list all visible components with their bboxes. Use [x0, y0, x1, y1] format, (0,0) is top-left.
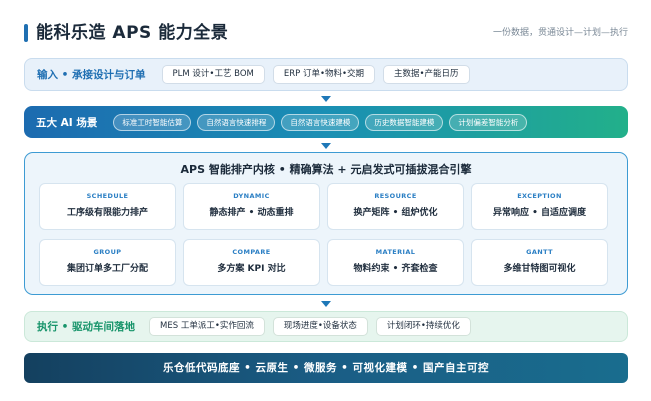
card-text: 异常响应 • 自适应调度 [492, 208, 587, 218]
capability-card-resource: RESOURCE 换产矩阵 • 组炉优化 [327, 183, 464, 230]
aps-engine-panel: APS 智能排产内核 • 精确算法 + 元启发式可插拔混合引擎 SCHEDULE… [24, 152, 628, 295]
capability-card-schedule: SCHEDULE 工序级有限能力排产 [39, 183, 176, 230]
card-tag: EXCEPTION [517, 192, 562, 200]
card-text: 静态排产 • 动态重排 [209, 208, 294, 218]
card-tag: SCHEDULE [86, 192, 129, 200]
card-tag: COMPARE [232, 248, 271, 256]
ai-chip-history-modeling: 历史数据智能建模 [365, 113, 444, 131]
capability-card-gantt: GANTT 多维甘特图可视化 [471, 239, 608, 286]
title-accent-bar [24, 24, 28, 42]
execution-layer: 执行 • 驱动车间落地 MES 工单派工•实作回流 现场进度•设备状态 计划闭环… [24, 311, 628, 342]
card-tag: GANTT [526, 248, 553, 256]
ai-chip-deviation-analysis: 计划偏差智能分析 [449, 113, 528, 131]
exec-chip-progress: 现场进度•设备状态 [272, 317, 368, 336]
input-layer-label: 输入 • 承接设计与订单 [37, 69, 146, 81]
card-tag: RESOURCE [374, 192, 417, 200]
card-text: 工序级有限能力排产 [66, 208, 148, 218]
card-text: 换产矩阵 • 组炉优化 [353, 208, 438, 218]
card-text: 多方案 KPI 对比 [217, 264, 286, 274]
capability-card-exception: EXCEPTION 异常响应 • 自适应调度 [471, 183, 608, 230]
card-tag: MATERIAL [375, 248, 416, 256]
input-chip-erp: ERP 订单•物料•交期 [272, 65, 375, 84]
ai-scenarios-layer: 五大 AI 场景 标准工时智能估算 自然语言快速排程 自然语言快速建模 历史数据… [24, 106, 628, 138]
card-text: 集团订单多工厂分配 [66, 264, 148, 274]
exec-chip-closed-loop: 计划闭环•持续优化 [375, 317, 471, 336]
card-tag: DYNAMIC [233, 192, 270, 200]
card-text: 物料约束 • 齐套检查 [353, 264, 438, 274]
flow-arrow-down-icon [321, 96, 331, 102]
card-text: 多维甘特图可视化 [503, 264, 576, 274]
ai-layer-label: 五大 AI 场景 [36, 116, 98, 129]
input-chip-plm: PLM 设计•工艺 BOM [161, 65, 265, 84]
flow-arrow-down-icon [321, 143, 331, 149]
capability-card-group: GROUP 集团订单多工厂分配 [39, 239, 176, 286]
card-tag: GROUP [93, 248, 122, 256]
execution-layer-label: 执行 • 驱动车间落地 [37, 321, 136, 333]
ai-chip-nl-modeling: 自然语言快速建模 [281, 113, 360, 131]
page-title: 能科乐造 APS 能力全景 [36, 23, 229, 43]
exec-chip-mes: MES 工单派工•实作回流 [149, 317, 265, 336]
capability-card-material: MATERIAL 物料约束 • 齐套检查 [327, 239, 464, 286]
page-header: 能科乐造 APS 能力全景 一份数据，贯通设计—计划—执行 [24, 22, 628, 44]
page-subtitle: 一份数据，贯通设计—计划—执行 [492, 28, 628, 38]
ai-chip-work-hours: 标准工时智能估算 [113, 113, 192, 131]
input-chip-master-data: 主数据•产能日历 [383, 65, 470, 84]
flow-arrow-down-icon [321, 301, 331, 307]
capability-card-dynamic: DYNAMIC 静态排产 • 动态重排 [183, 183, 320, 230]
capability-card-compare: COMPARE 多方案 KPI 对比 [183, 239, 320, 286]
engine-title: APS 智能排产内核 • 精确算法 + 元启发式可插拔混合引擎 [180, 163, 472, 176]
input-layer: 输入 • 承接设计与订单 PLM 设计•工艺 BOM ERP 订单•物料•交期 … [24, 58, 628, 91]
ai-chip-nl-scheduling: 自然语言快速排程 [197, 113, 276, 131]
platform-foundation-bar: 乐仓低代码底座 • 云原生 • 微服务 • 可视化建模 • 国产自主可控 [24, 353, 628, 383]
